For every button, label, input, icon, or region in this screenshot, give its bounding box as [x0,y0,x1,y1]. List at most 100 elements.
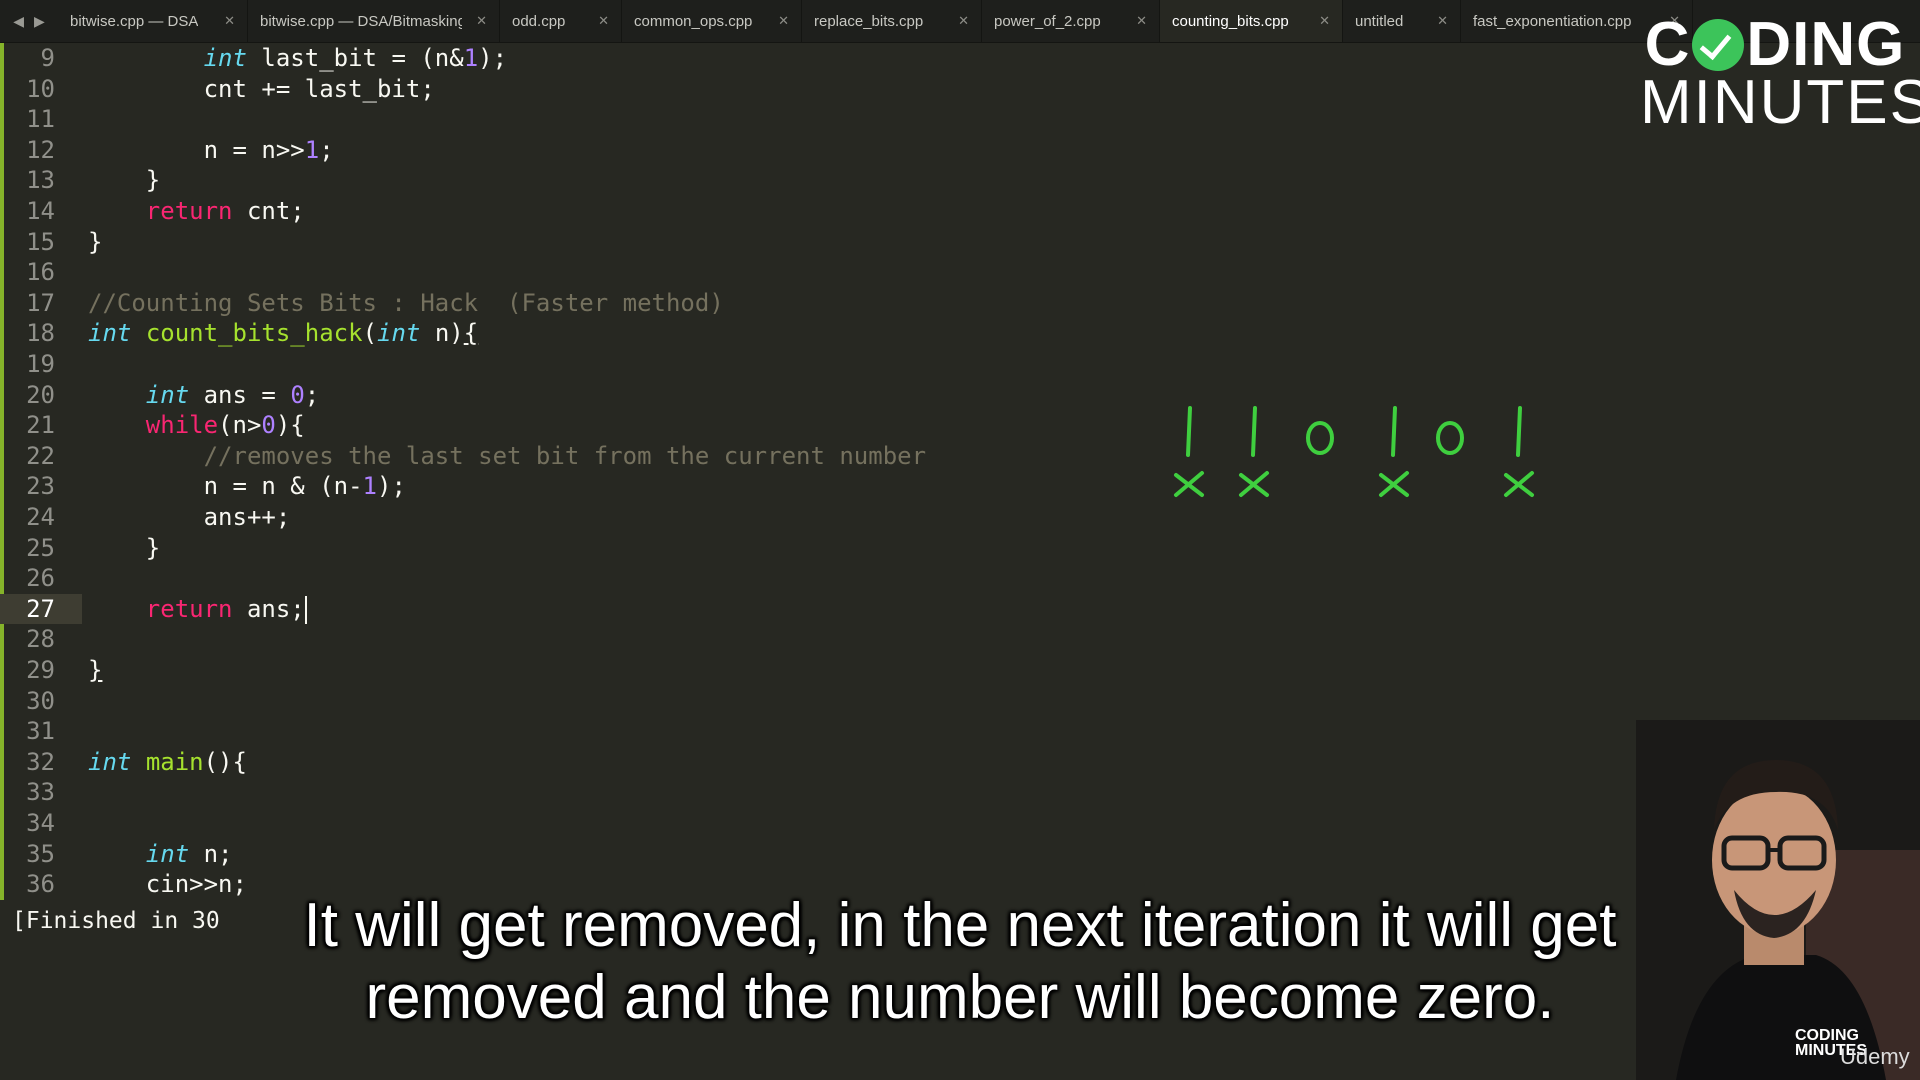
tab-7[interactable]: untitled ✕ [1343,0,1461,42]
digit-one [1186,406,1192,457]
tab-2[interactable]: odd.cpp ✕ [500,0,622,42]
tab-label: power_of_2.cpp [994,12,1101,30]
code-line[interactable]: 17 //Counting Sets Bits : Hack (Faster me… [0,288,1920,319]
code-text: return cnt; [145,197,305,225]
tab-label: fast_exponentiation.cpp [1473,12,1632,30]
tab-label: bitwise.cpp — DSA [70,12,199,30]
code-line[interactable]: 18 int count_bits_hack(int n){ [0,318,1920,349]
code-text: int main(){ [88,747,247,776]
line-number: 26 [26,564,55,593]
code-line[interactable]: 22 //removes the last set bit from the c… [0,441,1920,472]
line-number: 36 [26,870,55,899]
checkmark-icon [1692,19,1745,71]
logo-word-coding: C DING [1644,10,1906,79]
line-number: 20 [26,380,55,409]
forward-arrow-icon[interactable]: ▶ [34,13,45,30]
tab-5[interactable]: power_of_2.cpp ✕ [982,0,1160,42]
code-line[interactable]: 25 } [0,533,1920,564]
close-tab-icon[interactable]: ✕ [1437,13,1448,29]
code-line[interactable]: 30 [0,686,1920,717]
code-line[interactable]: 26 [0,563,1920,594]
close-tab-icon[interactable]: ✕ [598,13,609,29]
line-number: 29 [26,656,55,684]
line-number: 27 [26,594,55,623]
tab-3[interactable]: common_ops.cpp ✕ [622,0,802,42]
code-line[interactable]: 14 return cnt; [0,196,1920,227]
code-line[interactable]: 35 int n; [0,839,1920,870]
code-line[interactable]: 29} [0,655,1920,686]
code-line[interactable]: 27 return ans; [0,593,1920,625]
code-text: n = n & (n-1); [88,472,406,501]
video-subtitle: It will get removed, in the next iterati… [170,890,1750,1034]
code-line[interactable]: 11 [0,104,1920,135]
code-line[interactable]: 16 [0,257,1920,288]
line-number: 24 [26,503,55,531]
close-tab-icon[interactable]: ✕ [958,13,969,29]
code-text: } [88,656,103,684]
code-text: //removes the last set bit from the curr… [203,441,927,470]
tab-4[interactable]: replace_bits.cpp ✕ [802,0,982,42]
udemy-watermark: Udemy [1840,1044,1910,1069]
code-text: int n; [145,839,233,868]
tab-label: replace_bits.cpp [814,12,924,30]
close-tab-icon[interactable]: ✕ [1319,13,1330,29]
code-text: cnt += last_bit; [88,74,435,103]
line-number: 19 [26,350,55,378]
tab-label: counting_bits.cpp [1172,12,1289,30]
close-tab-icon[interactable]: ✕ [1136,13,1147,29]
code-line[interactable]: 15} [0,227,1920,258]
code-line[interactable]: 20 int ans = 0; [0,380,1920,411]
back-arrow-icon[interactable]: ◀ [13,13,24,30]
code-line[interactable]: 32 int main(){ [0,747,1920,778]
cross-mark [1504,471,1534,497]
tab-label: untitled [1355,12,1404,30]
code-line[interactable]: 10 cnt += last_bit; [0,74,1920,105]
subtitle-line-2: removed and the number will become zero. [365,963,1555,1032]
code-line[interactable]: 21 while(n>0){ [0,410,1920,441]
line-number: 9 [40,44,55,72]
close-tab-icon[interactable]: ✕ [476,13,487,29]
tab-6[interactable]: counting_bits.cpp ✕ [1160,0,1343,42]
line-number: 12 [26,135,55,164]
code-line[interactable]: 33 [0,777,1920,808]
line-number: 31 [26,717,55,746]
code-line[interactable]: 12 n = n>>1; [0,135,1920,166]
code-text: n = n>>1; [88,135,334,164]
line-number: 14 [26,197,55,225]
code-line[interactable]: 19 [0,349,1920,380]
tab-1[interactable]: bitwise.cpp — DSA/Bitmasking ✕ [248,0,500,42]
line-number: 34 [26,809,55,837]
line-number: 33 [26,778,55,807]
line-number: 25 [26,533,55,562]
cross-mark [1174,471,1204,497]
code-text: int ans = 0; [145,380,320,409]
code-line[interactable]: 13 } [0,165,1920,196]
code-text: while(n>0){ [145,411,305,440]
logo-word-minutes: MINUTES [1640,68,1920,137]
tab-label: bitwise.cpp — DSA/Bitmasking [260,12,463,30]
subtitle-line-1: It will get removed, in the next iterati… [303,891,1617,960]
line-number: 17 [26,288,55,317]
tab-label: common_ops.cpp [634,12,753,30]
code-line[interactable]: 34 [0,808,1920,839]
code-text: } [88,227,103,256]
code-line[interactable]: 31 [0,716,1920,747]
line-number: 11 [26,105,55,134]
code-text: int last_bit = (n&1); [203,44,508,72]
coding-minutes-logo: C DING MINUTES [1640,10,1920,137]
tab-bar: ◀ ▶ bitwise.cpp — DSA ✕ bitwise.cpp — DSA/… [0,0,1920,43]
close-tab-icon[interactable]: ✕ [778,13,789,29]
tab-nav-arrows: ◀ ▶ [0,0,58,42]
line-number: 23 [26,472,55,501]
code-line[interactable]: 24 ans++; [0,502,1920,533]
close-tab-icon[interactable]: ✕ [224,13,235,29]
code-text: return ans; [145,594,307,624]
code-line[interactable]: 9 int last_bit = (n&1); [0,43,1920,74]
code-text: } [88,533,161,562]
cross-mark [1239,471,1269,497]
code-editor[interactable]: 9 int last_bit = (n&1); 10 cnt += last_bi… [0,43,1920,900]
cross-mark [1379,471,1409,497]
code-line[interactable]: 23 n = n & (n-1); [0,471,1920,502]
code-line[interactable]: 28 [0,624,1920,655]
tab-0[interactable]: bitwise.cpp — DSA ✕ [58,0,248,42]
